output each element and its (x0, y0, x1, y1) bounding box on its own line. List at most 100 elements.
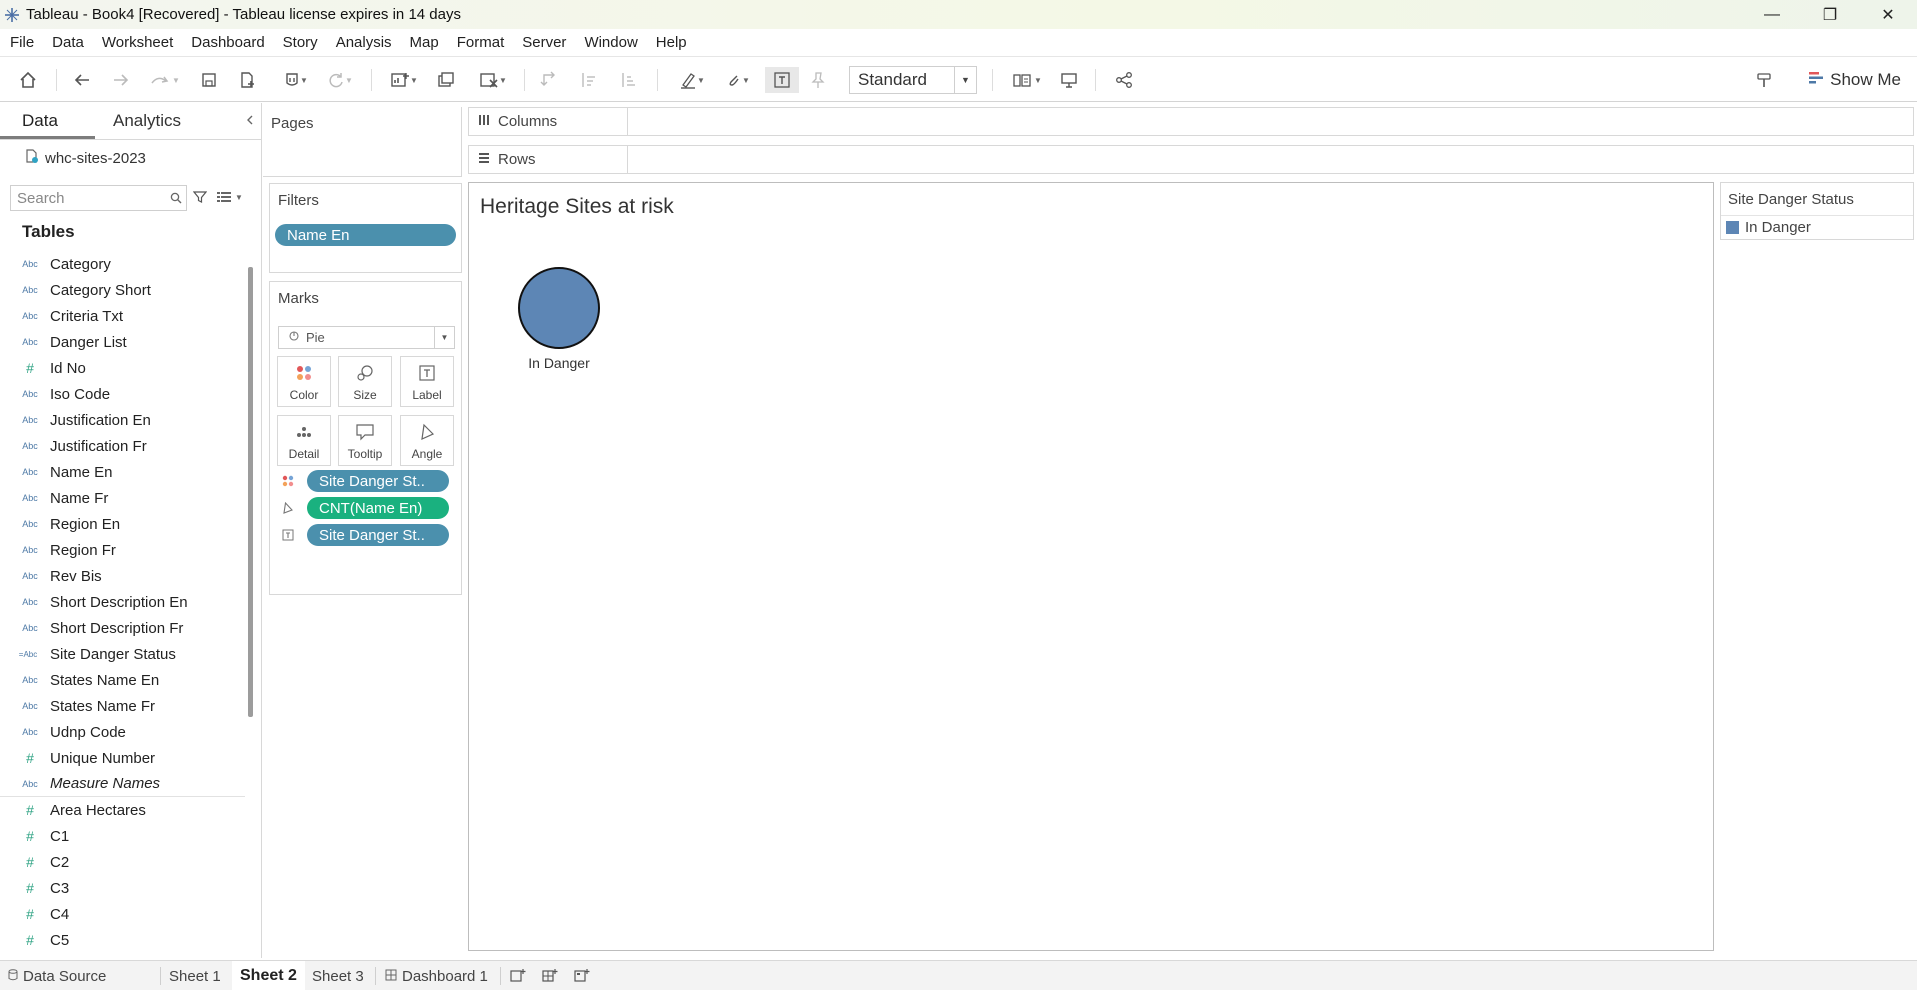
field-item[interactable]: Abc Iso Code (0, 381, 245, 407)
viz-canvas[interactable]: Heritage Sites at risk In Danger (468, 182, 1714, 951)
menu-server[interactable]: Server (513, 34, 575, 51)
field-item[interactable]: Abc Region En (0, 511, 245, 537)
tab-data[interactable]: Data (22, 111, 58, 131)
mark-type-dropdown[interactable]: Pie ▼ (278, 326, 455, 349)
size-button[interactable]: Size (338, 356, 392, 407)
menu-file[interactable]: File (0, 34, 43, 51)
home-icon[interactable] (16, 67, 40, 93)
close-button[interactable]: ✕ (1859, 0, 1917, 29)
field-item[interactable]: Abc Criteria Txt (0, 303, 245, 329)
tab-sheet-2[interactable]: Sheet 2 (232, 961, 305, 990)
menu-story[interactable]: Story (274, 34, 327, 51)
menu-map[interactable]: Map (401, 34, 448, 51)
field-search-box[interactable] (10, 185, 187, 211)
tab-dashboard-1[interactable]: Dashboard 1 (377, 961, 496, 990)
format-painter-icon[interactable] (1752, 67, 1776, 93)
datasource-item[interactable]: whc-sites-2023 (25, 148, 146, 168)
tab-data-source[interactable]: Data Source (0, 961, 114, 990)
refresh-icon[interactable]: ▼ (320, 67, 360, 93)
fit-dropdown[interactable]: Standard ▼ (849, 66, 977, 94)
new-worksheet-icon[interactable]: ▼ (383, 67, 425, 93)
pin-axes-icon[interactable] (806, 67, 830, 93)
highlight-icon[interactable]: ▼ (672, 67, 712, 93)
filter-pill-name-en[interactable]: Name En (275, 224, 456, 246)
detail-button[interactable]: Detail (277, 415, 331, 466)
menu-data[interactable]: Data (43, 34, 93, 51)
share-icon[interactable] (1112, 67, 1136, 93)
field-item[interactable]: Abc Name En (0, 459, 245, 485)
field-item[interactable]: # Area Hectares (0, 797, 245, 823)
redo-icon[interactable] (109, 67, 133, 93)
field-item[interactable]: Abc Danger List (0, 329, 245, 355)
field-item[interactable]: Abc Measure Names (0, 771, 245, 797)
menu-worksheet[interactable]: Worksheet (93, 34, 182, 51)
filter-icon[interactable] (192, 190, 208, 208)
label-button[interactable]: Label (400, 356, 454, 407)
sort-ascending-icon[interactable] (576, 67, 600, 93)
mark-pill-cnt-name-en[interactable]: CNT(Name En) (307, 497, 449, 519)
data-pane-scrollbar[interactable] (248, 267, 253, 717)
field-item[interactable]: Abc States Name En (0, 667, 245, 693)
legend-item-in-danger[interactable]: In Danger (1726, 219, 1811, 236)
field-item[interactable]: Abc Udnp Code (0, 719, 245, 745)
mark-pill-site-danger-status-label[interactable]: Site Danger St.. (307, 524, 449, 546)
field-item[interactable]: Abc Region Fr (0, 537, 245, 563)
undo-icon[interactable] (70, 67, 94, 93)
new-dashboard-icon[interactable] (542, 968, 558, 988)
show-me-button[interactable]: Show Me (1808, 67, 1901, 93)
pages-card[interactable]: Pages (263, 107, 462, 177)
field-item[interactable]: # Id No (0, 355, 245, 381)
group-members-icon[interactable]: ▼ (718, 67, 758, 93)
field-search-input[interactable] (11, 189, 166, 207)
menu-analysis[interactable]: Analysis (327, 34, 401, 51)
mark-pill-site-danger-status-color[interactable]: Site Danger St.. (307, 470, 449, 492)
sort-descending-icon[interactable] (616, 67, 640, 93)
swap-rows-columns-icon[interactable] (537, 67, 561, 93)
rows-drop-area[interactable] (628, 145, 1914, 174)
field-item[interactable]: Abc Justification En (0, 407, 245, 433)
field-item[interactable]: Abc Category Short (0, 277, 245, 303)
new-worksheet-icon[interactable] (510, 968, 526, 988)
view-options-icon[interactable]: ▼ (217, 191, 243, 203)
collapse-pane-icon[interactable] (245, 113, 255, 129)
field-item[interactable]: Abc Short Description Fr (0, 615, 245, 641)
field-item[interactable]: # C5 (0, 927, 245, 953)
field-item[interactable]: # C2 (0, 849, 245, 875)
menu-dashboard[interactable]: Dashboard (182, 34, 273, 51)
field-item[interactable]: =Abc Site Danger Status (0, 641, 245, 667)
menu-format[interactable]: Format (448, 34, 514, 51)
field-item[interactable]: # C3 (0, 875, 245, 901)
menu-window[interactable]: Window (575, 34, 646, 51)
field-item[interactable]: # C4 (0, 901, 245, 927)
save-icon[interactable] (197, 67, 221, 93)
tab-sheet-3[interactable]: Sheet 3 (304, 961, 372, 990)
field-item[interactable]: Abc Rev Bis (0, 563, 245, 589)
duplicate-sheet-icon[interactable] (434, 67, 458, 93)
filters-card[interactable]: Filters Name En (269, 183, 462, 273)
replay-icon[interactable]: ▼ (145, 67, 185, 93)
tab-analytics[interactable]: Analytics (113, 111, 181, 131)
legend-title[interactable]: Site Danger Status (1728, 191, 1854, 208)
field-item[interactable]: Abc Category (0, 251, 245, 277)
show-mark-labels-icon[interactable] (765, 67, 799, 93)
field-item[interactable]: Abc Name Fr (0, 485, 245, 511)
columns-drop-area[interactable] (628, 107, 1914, 136)
field-item[interactable]: Abc Short Description En (0, 589, 245, 615)
menu-help[interactable]: Help (647, 34, 696, 51)
minimize-button[interactable]: — (1743, 0, 1801, 29)
tooltip-button[interactable]: Tooltip (338, 415, 392, 466)
new-datasource-icon[interactable] (235, 67, 259, 93)
color-button[interactable]: Color (277, 356, 331, 407)
presentation-mode-icon[interactable] (1057, 67, 1081, 93)
new-story-icon[interactable] (574, 968, 590, 988)
tab-sheet-1[interactable]: Sheet 1 (161, 961, 229, 990)
field-item[interactable]: # Unique Number (0, 745, 245, 771)
clear-sheet-icon[interactable]: ▼ (472, 67, 514, 93)
restore-button[interactable]: ❐ (1801, 0, 1859, 29)
angle-button[interactable]: Angle (400, 415, 454, 466)
pause-updates-icon[interactable]: ▼ (276, 67, 316, 93)
field-item[interactable]: # C1 (0, 823, 245, 849)
field-item[interactable]: Abc Justification Fr (0, 433, 245, 459)
field-item[interactable]: Abc States Name Fr (0, 693, 245, 719)
show-cards-icon[interactable]: ▼ (1006, 67, 1048, 93)
